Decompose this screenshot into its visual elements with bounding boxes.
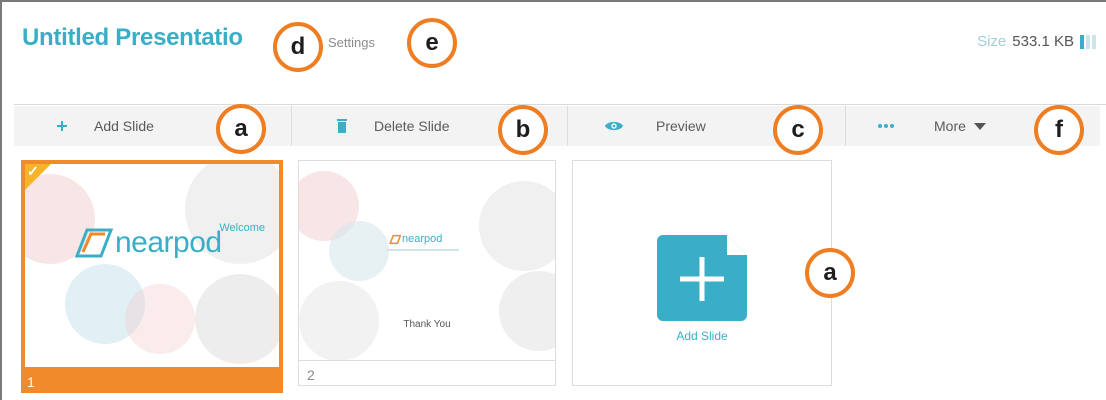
slide-thumbnail-2[interactable]: nearpod Thank You 2 xyxy=(298,160,556,386)
plus-icon xyxy=(52,116,72,136)
callout-a-add-slide: a xyxy=(216,104,266,154)
add-slide-label: Add Slide xyxy=(94,118,154,134)
callout-f-more: f xyxy=(1034,105,1084,155)
add-slide-tile[interactable]: Add Slide xyxy=(572,160,832,386)
nearpod-logo-icon xyxy=(74,228,113,258)
nearpod-logo-icon xyxy=(389,234,401,244)
slide-1-number-bar xyxy=(25,367,279,389)
toolbar: Add Slide Delete Slide Preview More xyxy=(14,106,1100,146)
logo-wordmark-small: nearpod xyxy=(402,233,443,245)
toolbar-separator xyxy=(845,106,846,146)
eye-icon xyxy=(604,116,624,136)
trash-icon xyxy=(332,116,352,136)
toolbar-separator xyxy=(291,106,292,146)
add-slide-tile-label: Add Slide xyxy=(676,329,728,343)
more-label: More xyxy=(934,118,966,134)
size-label: Size xyxy=(977,33,1007,50)
more-dots-icon xyxy=(876,116,896,136)
settings-link[interactable]: Settings xyxy=(328,35,375,50)
toolbar-divider xyxy=(14,104,1106,105)
more-menu-button[interactable]: More xyxy=(876,106,986,146)
slide-thumbnail-1[interactable]: ✓ Welcome nearpod 1 xyxy=(21,160,283,393)
callout-b-delete-slide: b xyxy=(498,105,548,155)
slide-number-2: 2 xyxy=(307,367,315,383)
slide-number-1: 1 xyxy=(27,374,35,390)
logo-wordmark: nearpod xyxy=(115,226,222,259)
checkmark-icon: ✓ xyxy=(27,163,39,179)
window-top-border xyxy=(0,0,1106,2)
nearpod-logo: nearpod xyxy=(73,226,222,260)
logo-underline xyxy=(387,249,459,251)
callout-c-preview: c xyxy=(773,105,823,155)
nearpod-logo-small: nearpod xyxy=(389,233,442,245)
slide-2-background xyxy=(299,161,555,361)
add-slide-button[interactable]: Add Slide xyxy=(52,106,154,146)
size-meter xyxy=(1080,34,1096,49)
delete-slide-button[interactable]: Delete Slide xyxy=(332,106,450,146)
callout-d-title: d xyxy=(273,22,323,72)
callout-a-add-tile: a xyxy=(805,248,855,298)
preview-label: Preview xyxy=(656,118,706,134)
slide-1-background xyxy=(25,164,279,389)
presentation-title[interactable]: Untitled Presentatio xyxy=(22,24,274,52)
callout-e-settings: e xyxy=(407,18,457,68)
toolbar-separator xyxy=(567,106,568,146)
preview-button[interactable]: Preview xyxy=(604,106,706,146)
size-indicator: Size 533.1 KB xyxy=(977,33,1096,50)
new-slide-icon xyxy=(657,235,747,326)
chevron-down-icon xyxy=(973,118,986,134)
window-left-border xyxy=(0,0,2,400)
size-value: 533.1 KB xyxy=(1012,33,1074,50)
slide-2-number-bar xyxy=(299,360,555,385)
delete-slide-label: Delete Slide xyxy=(374,118,450,134)
slide-2-caption: Thank You xyxy=(403,319,451,330)
